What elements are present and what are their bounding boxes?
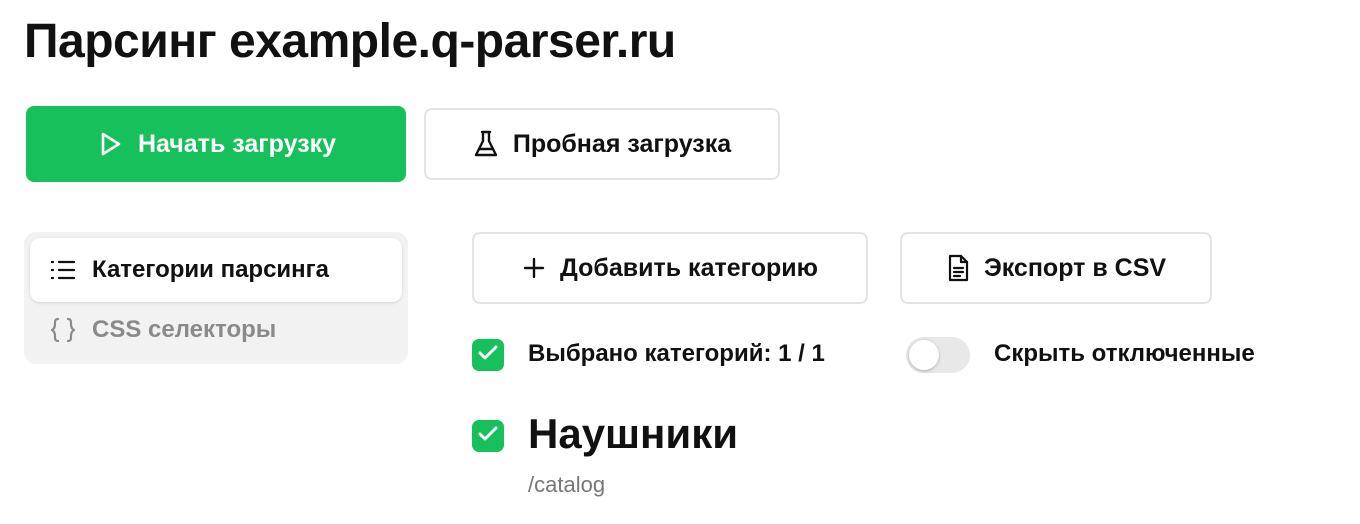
- select-all-checkbox[interactable]: [472, 339, 504, 371]
- checkmark-icon: [478, 426, 498, 447]
- start-loading-label: Начать загрузку: [137, 129, 337, 158]
- hide-disabled-label: Скрыть отключенные: [994, 340, 1255, 367]
- category-name: Наушники: [528, 410, 739, 457]
- braces-icon: [50, 317, 76, 343]
- category-path: /catalog: [528, 472, 606, 497]
- play-icon: [96, 130, 124, 158]
- trial-loading-button[interactable]: Пробная загрузка: [424, 108, 780, 180]
- document-icon: [946, 254, 970, 282]
- trial-loading-label: Пробная загрузка: [512, 129, 732, 158]
- flask-icon: [473, 129, 499, 159]
- section-tabs: Категории парсинга CSS селекторы: [24, 232, 408, 364]
- checkmark-icon: [478, 345, 498, 366]
- plus-icon: [522, 256, 546, 280]
- export-csv-label: Экспорт в CSV: [983, 253, 1167, 282]
- category-checkbox[interactable]: [472, 420, 504, 452]
- add-category-button[interactable]: Добавить категорию: [472, 232, 868, 304]
- list-icon: [50, 259, 76, 281]
- hide-disabled-toggle[interactable]: [906, 337, 970, 373]
- add-category-label: Добавить категорию: [560, 253, 818, 282]
- tab-css-selectors[interactable]: CSS селекторы: [30, 298, 402, 362]
- tab-parsing-categories[interactable]: Категории парсинга: [30, 238, 402, 302]
- selected-count-label: Выбрано категорий: 1 / 1: [528, 340, 825, 367]
- start-loading-button[interactable]: Начать загрузку: [26, 106, 406, 182]
- export-csv-button[interactable]: Экспорт в CSV: [900, 232, 1212, 304]
- tab-label: CSS селекторы: [92, 316, 277, 343]
- page-title: Парсинг example.q-parser.ru: [24, 15, 676, 68]
- toggle-knob: [909, 340, 939, 370]
- tab-label: Категории парсинга: [92, 256, 330, 283]
